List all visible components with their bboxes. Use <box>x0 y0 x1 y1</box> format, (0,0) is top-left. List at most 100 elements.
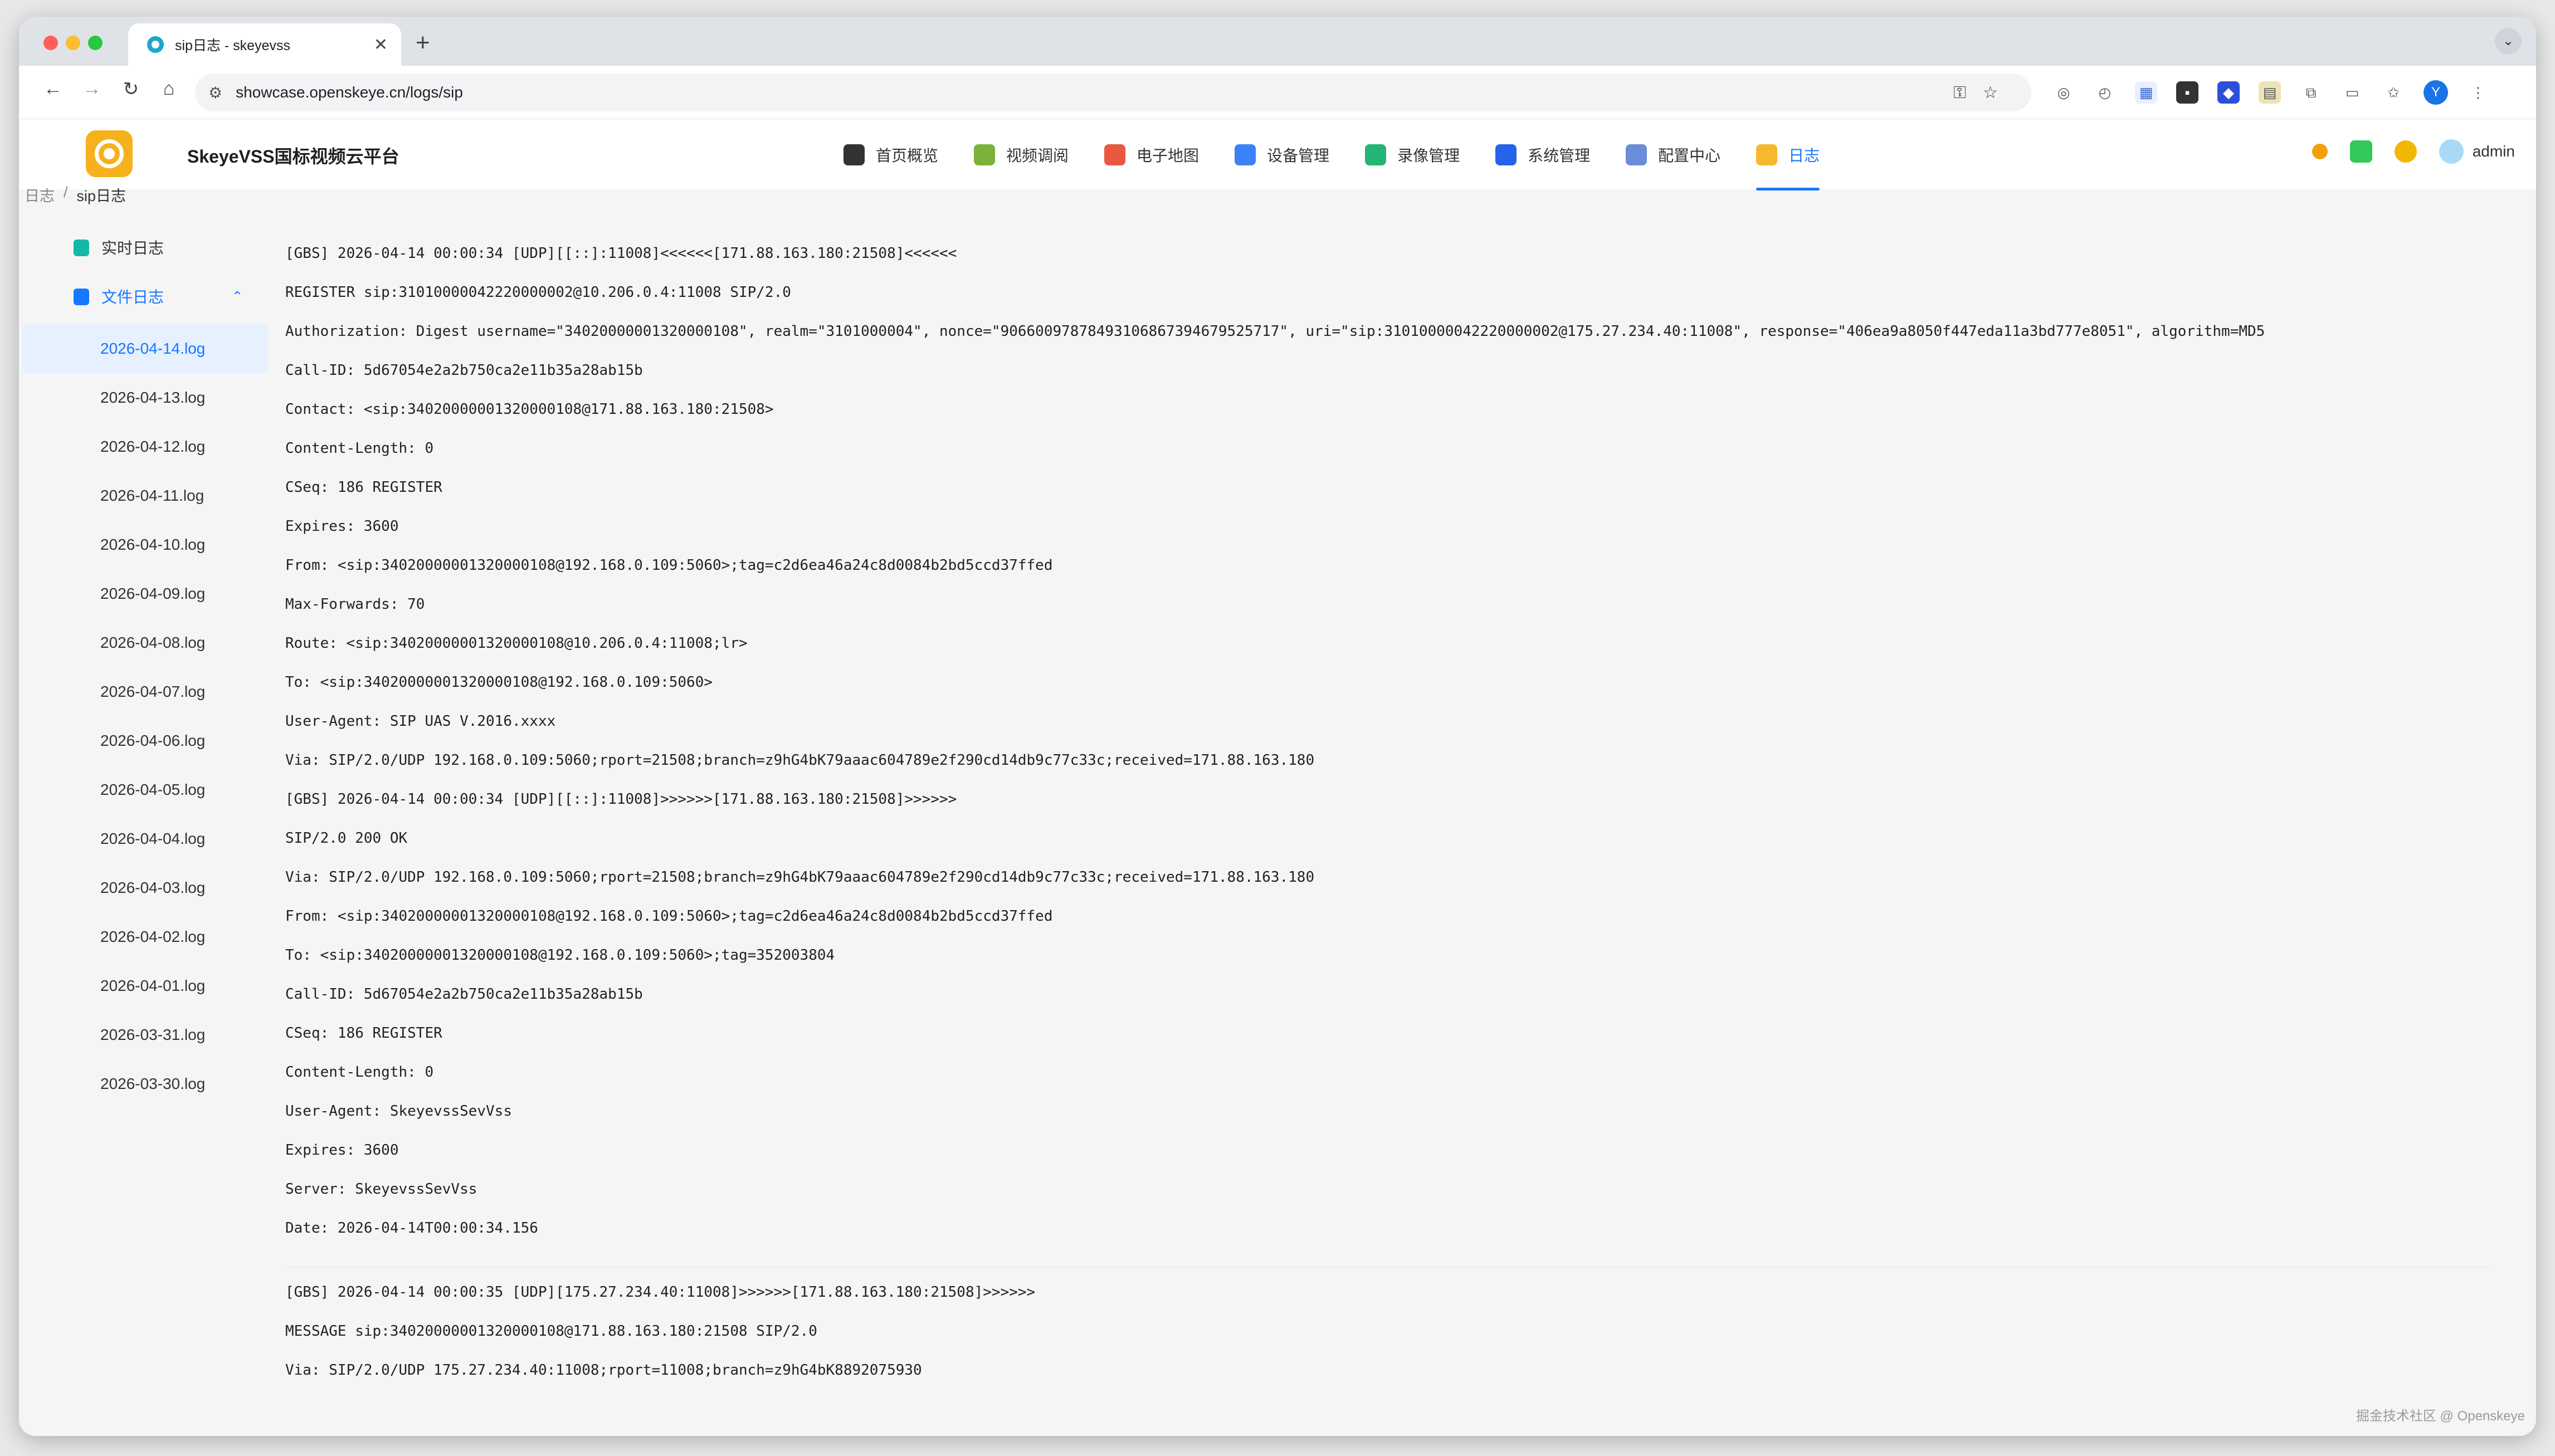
omnibox-actions[interactable]: ⚿☆ <box>1953 83 2015 102</box>
nav-item-devices[interactable]: 设备管理 <box>1235 119 1329 190</box>
note-extension-icon[interactable]: ▤ <box>2259 81 2281 104</box>
nav-item-map[interactable]: 电子地图 <box>1104 119 1199 190</box>
app-title: SkeyeVSS国标视频云平台 <box>187 146 399 167</box>
log-line: Via: SIP/2.0/UDP 192.168.0.109:5060;rpor… <box>285 869 1315 886</box>
log-line: Server: SkeyevssSevVss <box>285 1181 477 1198</box>
address-bar[interactable]: ⚙ showcase.openskeye.cn/logs/sip ⚿☆ <box>195 74 2031 111</box>
file-log-item[interactable]: 2026-04-08.log <box>22 618 267 667</box>
log-line: Call-ID: 5d67054e2a2b750ca2e11b35a28ab15… <box>285 362 643 379</box>
watermark: 掘金技术社区 @ Openskeye <box>2356 1409 2525 1424</box>
devices-icon <box>1235 144 1256 165</box>
blue-extension-icon[interactable]: ◆ <box>2217 81 2240 104</box>
nav-item-video[interactable]: 视频调阅 <box>974 119 1069 190</box>
nav-item-config[interactable]: 配置中心 <box>1626 119 1720 190</box>
grid-extension-icon[interactable]: ▦ <box>2135 81 2157 104</box>
puzzle-extension-icon[interactable]: ⧉ <box>2300 81 2322 104</box>
sidebar-item-realtime[interactable]: 实时日志 <box>22 223 267 272</box>
file-log-item[interactable]: 2026-04-07.log <box>22 667 267 716</box>
log-line: CSeq: 186 REGISTER <box>285 1025 442 1042</box>
nav-label: 录像管理 <box>1397 147 1460 164</box>
sidebar-item-label: 文件日志 <box>101 289 164 306</box>
url-text[interactable]: showcase.openskeye.cn/logs/sip <box>236 84 1953 101</box>
user-menu[interactable]: admin <box>2439 139 2515 164</box>
tab-close-icon[interactable]: ✕ <box>374 35 388 55</box>
clock-extension-icon[interactable]: ◴ <box>2094 81 2116 104</box>
avatar <box>2439 139 2464 164</box>
browser-toolbar: ← → ↻ ⌂ ⚙ showcase.openskeye.cn/logs/sip… <box>19 66 2536 119</box>
app-logo[interactable] <box>86 130 133 177</box>
file-log-item[interactable]: 2026-04-13.log <box>22 373 267 422</box>
file-log-item[interactable]: 2026-04-01.log <box>22 961 267 1010</box>
camera-extension-icon[interactable]: ◎ <box>2052 81 2075 104</box>
video-icon <box>974 144 996 165</box>
back-icon[interactable]: ← <box>39 78 67 100</box>
log-sidebar: 实时日志 文件日志 ⌃ 2026-04-14.log 2026-04-13.log… <box>22 223 267 1108</box>
file-log-item[interactable]: 2026-04-03.log <box>22 863 267 912</box>
app-header: SkeyeVSS国标视频云平台 首页概览 视频调阅 电子地图 设备管理 录像管理 <box>19 119 2536 190</box>
settings-gear-icon[interactable] <box>2394 140 2417 163</box>
file-log-item[interactable]: 2026-04-11.log <box>22 471 267 520</box>
reading-list-icon[interactable]: ▭ <box>2341 81 2363 104</box>
breadcrumb-current: sip日志 <box>76 188 126 204</box>
file-log-item[interactable]: 2026-04-05.log <box>22 765 267 814</box>
nav-item-recordings[interactable]: 录像管理 <box>1365 119 1460 190</box>
log-line: From: <sip:34020000001320000108@192.168.… <box>285 557 1053 574</box>
nav-item-system[interactable]: 系统管理 <box>1495 119 1590 190</box>
profile-avatar[interactable]: Y <box>2424 80 2448 105</box>
breadcrumb-root[interactable]: 日志 <box>25 184 55 206</box>
file-log-item[interactable]: 2026-04-12.log <box>22 422 267 471</box>
bookmark-star-icon[interactable]: ☆ <box>1983 84 2015 102</box>
log-line: Date: 2026-04-14T00:00:34.156 <box>285 1220 538 1237</box>
fullscreen-icon[interactable] <box>2349 140 2372 163</box>
browser-tab[interactable]: sip日志 - skeyevss ✕ <box>128 23 401 66</box>
new-tab-button[interactable]: + <box>416 29 430 57</box>
chevron-up-icon[interactable]: ⌃ <box>232 289 243 305</box>
log-line: Content-Length: 0 <box>285 440 434 457</box>
file-log-item[interactable]: 2026-04-06.log <box>22 716 267 765</box>
forward-icon[interactable]: → <box>78 78 106 100</box>
gender-icon[interactable] <box>2312 144 2328 159</box>
sidebar-item-label: 实时日志 <box>101 240 164 257</box>
log-line: [GBS] 2026-04-14 00:00:34 [UDP][[::]:110… <box>285 245 957 262</box>
log-line: Via: SIP/2.0/UDP 192.168.0.109:5060;rpor… <box>285 752 1315 769</box>
minimize-window-button[interactable] <box>66 36 80 50</box>
more-menu-icon[interactable]: ⋮ <box>2467 81 2489 104</box>
close-window-button[interactable] <box>43 36 58 50</box>
maximize-window-button[interactable] <box>88 36 103 50</box>
log-line: Authorization: Digest username="34020000… <box>285 323 2265 340</box>
log-line: Via: SIP/2.0/UDP 175.27.234.40:11008;rpo… <box>285 1362 922 1379</box>
file-log-item[interactable]: 2026-03-30.log <box>22 1059 267 1108</box>
file-log-item[interactable]: 2026-04-02.log <box>22 912 267 961</box>
top-navigation: 首页概览 视频调阅 电子地图 设备管理 录像管理 系统管理 配置中心 日志 <box>843 119 1855 190</box>
recording-icon <box>1365 144 1387 165</box>
nav-item-overview[interactable]: 首页概览 <box>843 119 938 190</box>
nav-label: 设备管理 <box>1267 147 1330 164</box>
sidebar-item-files[interactable]: 文件日志 ⌃ <box>22 272 267 321</box>
file-log-item[interactable]: 2026-04-14.log <box>22 324 267 373</box>
nav-label: 首页概览 <box>876 147 939 164</box>
favorites-icon[interactable]: ✩ <box>2382 81 2405 104</box>
nav-label: 配置中心 <box>1658 147 1721 164</box>
log-line: Contact: <sip:34020000001320000108@171.8… <box>285 401 774 418</box>
nav-label: 系统管理 <box>1528 147 1591 164</box>
log-line: [GBS] 2026-04-14 00:00:34 [UDP][[::]:110… <box>285 791 957 808</box>
log-line: MESSAGE sip:34020000001320000108@171.88.… <box>285 1323 817 1340</box>
file-log-item[interactable]: 2026-03-31.log <box>22 1010 267 1059</box>
reload-icon[interactable]: ↻ <box>117 78 145 100</box>
log-line: REGISTER sip:31010000042220000002@10.206… <box>285 284 791 301</box>
realtime-log-icon <box>74 240 89 256</box>
password-key-icon[interactable]: ⚿ <box>1953 84 1983 102</box>
dark-extension-icon[interactable]: ▪ <box>2176 81 2198 104</box>
log-line: User-Agent: SkeyevssSevVss <box>285 1103 512 1120</box>
system-icon <box>1495 144 1517 165</box>
home-icon[interactable]: ⌂ <box>155 78 183 100</box>
log-block: [GBS] 2026-04-14 00:00:34 [UDP][[::]:110… <box>267 234 2502 1248</box>
file-log-item[interactable]: 2026-04-04.log <box>22 814 267 863</box>
tab-search-button[interactable]: ⌄ <box>2495 28 2522 55</box>
file-log-item[interactable]: 2026-04-10.log <box>22 520 267 569</box>
nav-item-logs[interactable]: 日志 <box>1756 119 1820 190</box>
site-info-icon[interactable]: ⚙ <box>208 84 222 102</box>
username: admin <box>2472 143 2515 160</box>
file-log-item[interactable]: 2026-04-09.log <box>22 569 267 618</box>
nav-label: 日志 <box>1788 147 1820 164</box>
